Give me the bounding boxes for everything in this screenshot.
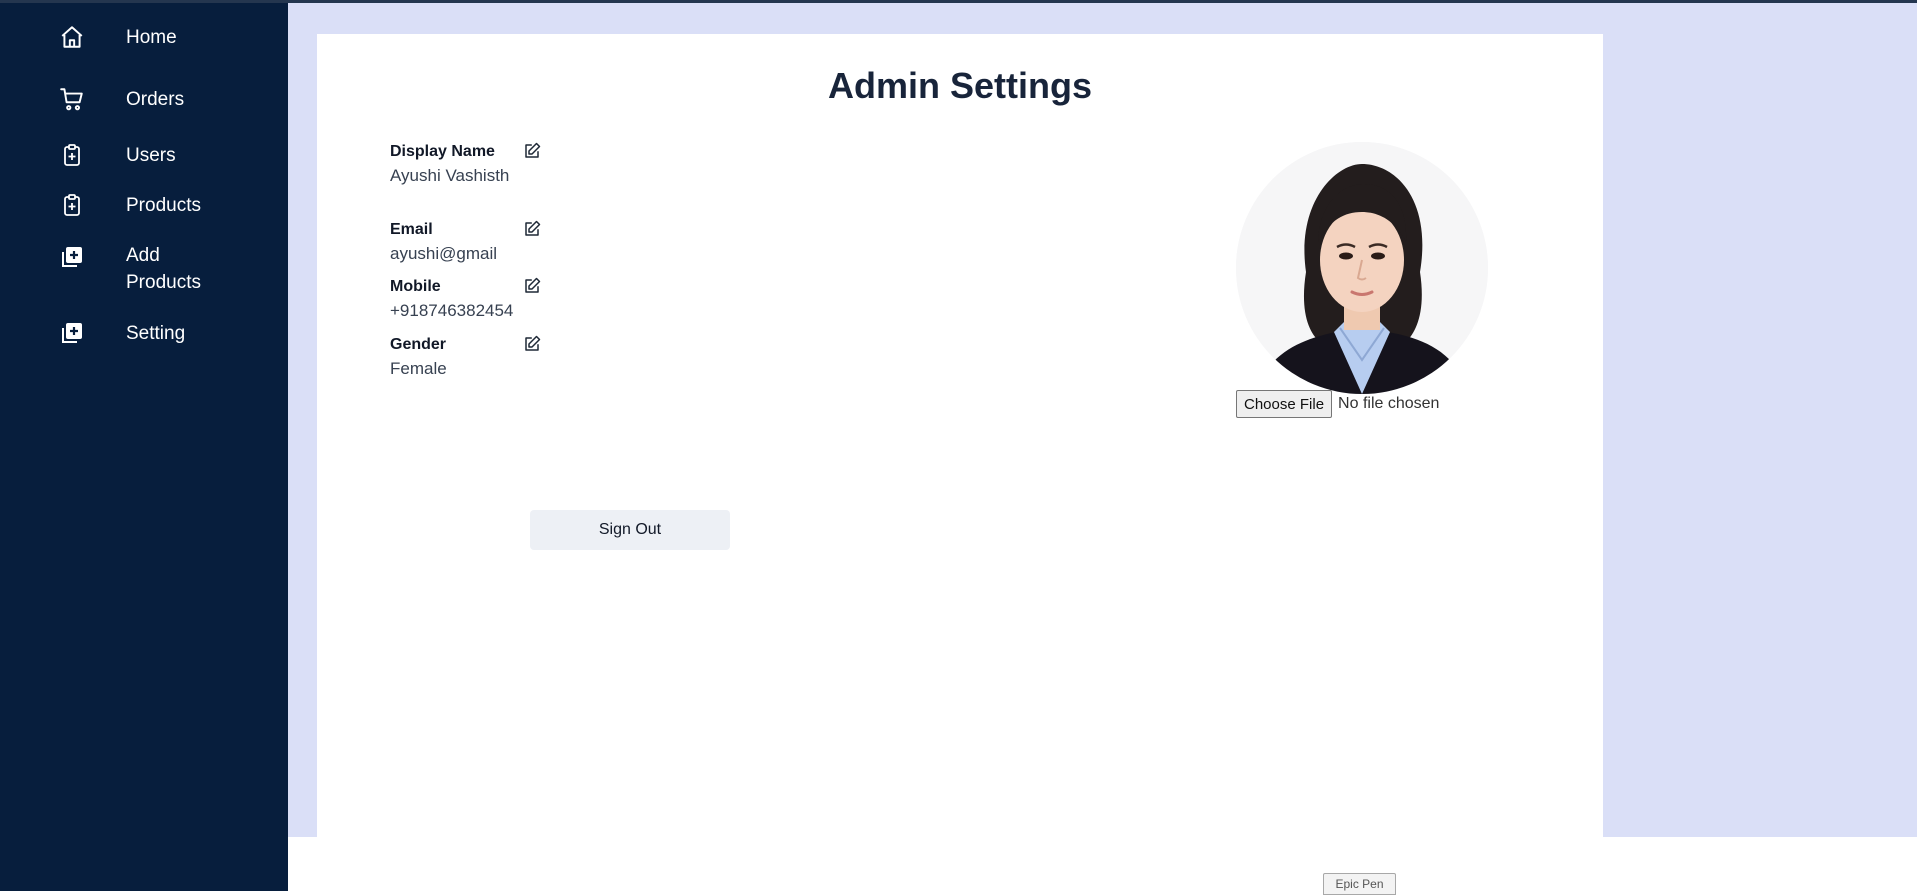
file-status: No file chosen [1338, 395, 1440, 412]
edit-icon[interactable] [523, 335, 541, 353]
sidebar-item-label: Setting [126, 323, 186, 344]
sidebar-item-label-line2: Products [126, 272, 201, 293]
sidebar-item-label: Orders [126, 89, 185, 110]
sidebar-item-label-line1: Add [126, 245, 160, 266]
profile-avatar [1236, 142, 1488, 394]
edit-icon[interactable] [523, 220, 541, 238]
sidebar-item-orders[interactable]: Orders [0, 83, 288, 119]
gender-value: Female [390, 359, 447, 378]
page-title: Admin Settings [827, 65, 1092, 106]
sidebar: Home Orders Users Products Add Products … [0, 3, 288, 891]
sidebar-item-add-products[interactable]: Add Products [0, 241, 288, 297]
sidebar-item-label: Add Products [126, 242, 266, 296]
file-upload: Choose File No file chosen [1236, 390, 1439, 418]
bottom-strip [288, 837, 1917, 891]
mobile-label: Mobile [390, 278, 441, 295]
sign-out-button[interactable]: Sign Out [530, 510, 730, 550]
clipboard-plus-icon [58, 141, 86, 169]
sidebar-item-setting[interactable]: Setting [0, 317, 288, 353]
cart-icon [58, 85, 86, 113]
home-icon [58, 23, 86, 51]
choose-file-button[interactable]: Choose File [1236, 390, 1333, 418]
sidebar-item-label: Users [126, 145, 176, 166]
sidebar-item-users[interactable]: Users [0, 139, 288, 175]
display-name-label: Display Name [390, 143, 495, 160]
gender-label: Gender [390, 336, 447, 353]
email-value: ayushi@gmail [390, 244, 498, 263]
display-name-value: Ayushi Vashisth [390, 166, 510, 185]
edit-icon[interactable] [523, 142, 541, 160]
mobile-value: +918746382454 [390, 301, 514, 320]
email-label: Email [390, 221, 433, 238]
clipboard-plus-icon [58, 191, 86, 219]
sidebar-item-products[interactable]: Products [0, 189, 288, 225]
sidebar-item-label: Home [126, 27, 177, 48]
sidebar-item-label: Products [126, 195, 201, 216]
settings-card: Admin Settings Display Name Ayushi Vashi… [317, 34, 1603, 837]
epic-pen-tab[interactable]: Epic Pen [1323, 873, 1396, 895]
edit-icon[interactable] [523, 277, 541, 295]
sidebar-item-home[interactable]: Home [0, 21, 288, 57]
add-box-icon [58, 243, 86, 271]
add-box-icon [58, 319, 86, 347]
